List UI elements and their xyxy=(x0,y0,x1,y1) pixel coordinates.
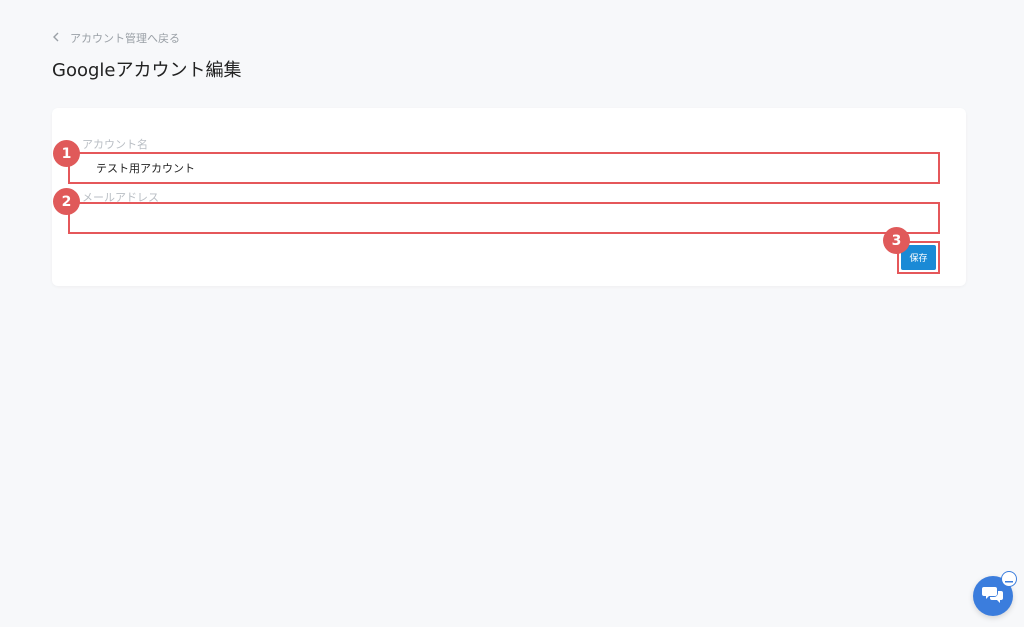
back-link[interactable]: アカウント管理へ戻る xyxy=(52,30,180,46)
back-link-label[interactable]: アカウント管理へ戻る xyxy=(70,30,180,46)
form-card: アカウント名 テスト用アカウント メールアドレス 保存 1 2 3 xyxy=(52,108,966,286)
page-title: Googleアカウント編集 xyxy=(52,60,242,81)
account-name-value: テスト用アカウント xyxy=(96,162,195,175)
annotation-badge-2: 2 xyxy=(53,188,80,215)
account-name-input[interactable]: テスト用アカウント xyxy=(68,152,940,184)
chevron-left-icon xyxy=(52,31,60,45)
chat-bubbles-icon xyxy=(982,584,1004,608)
minus-icon xyxy=(1005,574,1013,585)
annotation-badge-3: 3 xyxy=(883,227,910,254)
chat-minimize-button[interactable] xyxy=(1001,571,1017,587)
email-input[interactable] xyxy=(68,202,940,234)
account-name-label: アカウント名 xyxy=(82,138,148,151)
annotation-badge-1: 1 xyxy=(53,140,80,167)
page: アカウント管理へ戻る Googleアカウント編集 アカウント名 テスト用アカウン… xyxy=(0,0,1024,627)
